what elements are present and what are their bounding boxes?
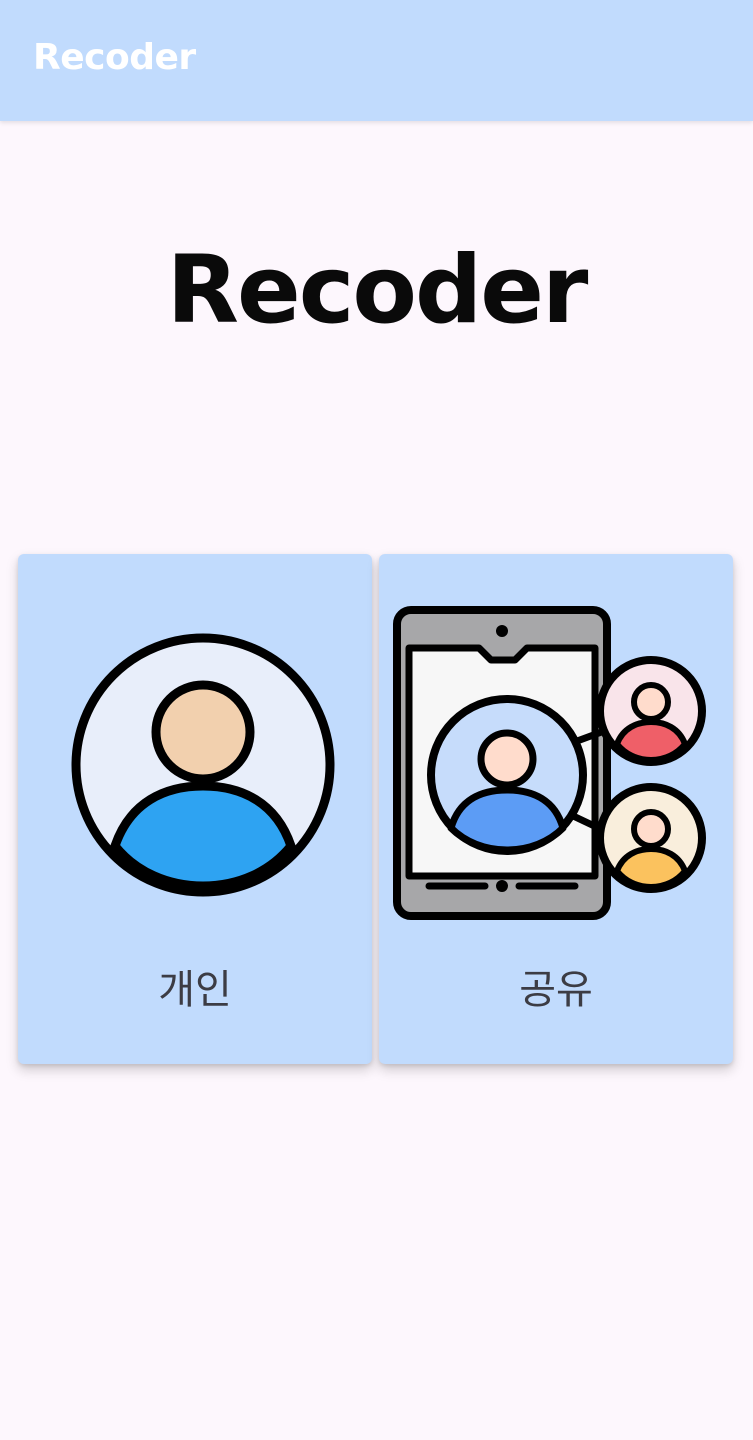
personal-card[interactable]: 개인 (18, 554, 372, 1064)
app-bar-title: Recoder (33, 37, 196, 78)
personal-card-label: 개인 (158, 967, 232, 1013)
hero-title: Recoder (166, 236, 589, 345)
shared-card-label: 공유 (519, 967, 593, 1013)
shared-users-tablet-icon (393, 606, 706, 920)
app-bar: Recoder (0, 0, 753, 121)
shared-card[interactable]: 공유 (379, 554, 733, 1064)
user-profile-icon (71, 633, 335, 897)
